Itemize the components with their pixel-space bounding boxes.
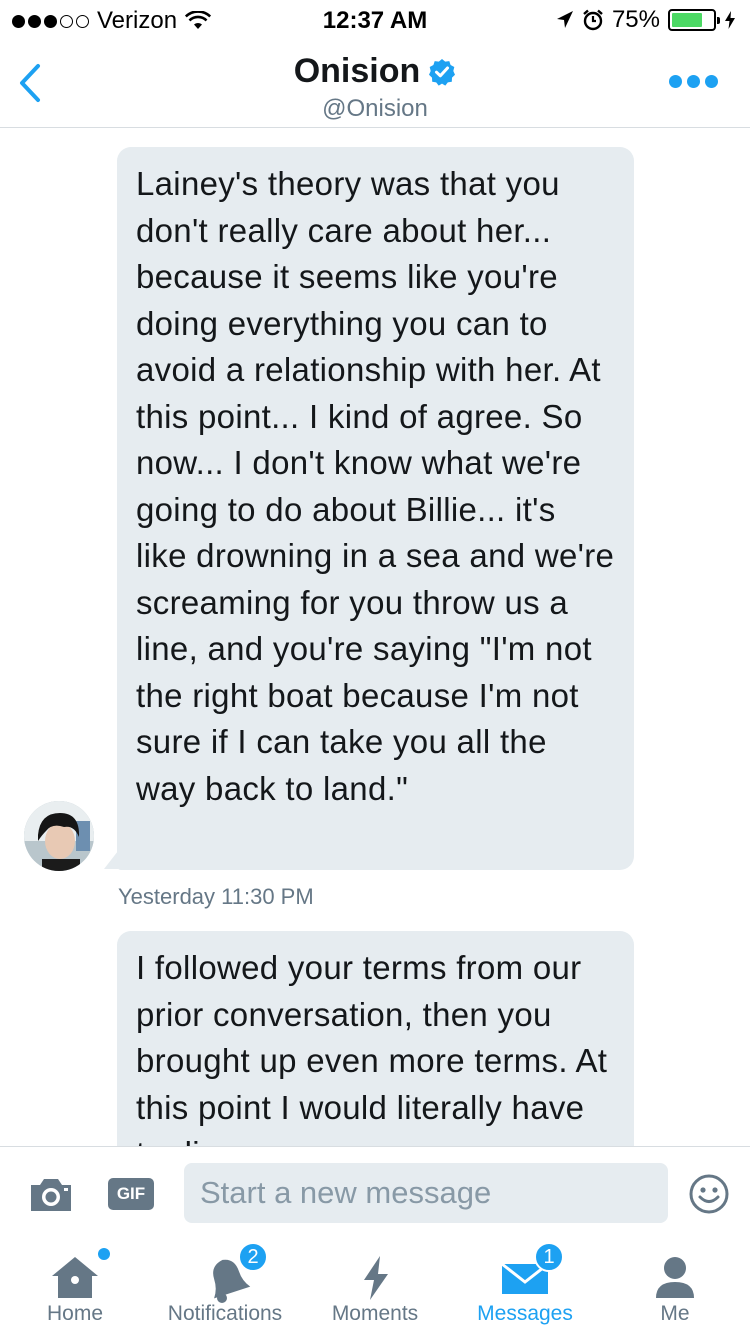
- home-new-dot: [98, 1248, 110, 1260]
- tab-label-home: Home: [46, 1302, 104, 1325]
- message-text: I followed your terms from our prior con…: [136, 949, 608, 1146]
- contact-name: Onision: [293, 52, 421, 90]
- bubble-tail: [104, 851, 118, 869]
- status-bar: Verizon 12:37 AM 75%: [0, 0, 750, 40]
- message-timestamp: Yesterday 11:30 PM: [118, 884, 314, 909]
- message-thread[interactable]: Lainey's theory was that you don't reall…: [0, 129, 750, 1146]
- tab-notifications[interactable]: 2 Notifications: [150, 1238, 300, 1334]
- message-composer: GIF: [0, 1146, 750, 1238]
- lightning-icon: [364, 1256, 388, 1300]
- tab-bar: Home 2 Notifications Moments 1 Messages …: [0, 1238, 750, 1334]
- tab-messages[interactable]: 1 Messages: [450, 1238, 600, 1334]
- contact-handle: @Onision: [322, 95, 428, 122]
- avatar[interactable]: [24, 801, 94, 871]
- conversation-header: Onision @Onision: [0, 40, 750, 128]
- alarm-clock-icon: [583, 9, 603, 31]
- person-icon: [656, 1257, 694, 1298]
- home-icon: [52, 1257, 98, 1298]
- gif-button[interactable]: GIF: [108, 1178, 154, 1210]
- messages-badge: 1: [534, 1242, 564, 1272]
- message-bubble[interactable]: Lainey's theory was that you don't reall…: [117, 147, 634, 870]
- camera-icon: [31, 1179, 71, 1211]
- emoji-button[interactable]: [688, 1173, 730, 1215]
- more-options-button[interactable]: [669, 75, 718, 88]
- tab-home[interactable]: Home: [0, 1238, 150, 1334]
- status-right: 75%: [556, 6, 736, 34]
- battery-percent: 75%: [611, 6, 660, 33]
- tab-label-notifications: Notifications: [167, 1302, 283, 1325]
- avatar-image: [24, 801, 94, 871]
- message-input[interactable]: [184, 1163, 668, 1223]
- tab-label-me: Me: [660, 1302, 690, 1325]
- location-arrow-icon: [556, 11, 573, 28]
- notifications-badge: 2: [238, 1242, 268, 1272]
- message-bubble[interactable]: I followed your terms from our prior con…: [117, 931, 634, 1146]
- verified-badge-icon: [429, 58, 456, 86]
- more-icon: [669, 75, 682, 88]
- header-title[interactable]: Onision @Onision: [0, 52, 750, 123]
- battery-icon: [668, 9, 720, 31]
- tab-moments[interactable]: Moments: [300, 1238, 450, 1334]
- tab-label-messages: Messages: [477, 1302, 573, 1325]
- tab-me[interactable]: Me: [600, 1238, 750, 1334]
- message-text: Lainey's theory was that you don't reall…: [136, 165, 615, 807]
- camera-button[interactable]: [28, 1177, 74, 1213]
- tab-label-moments: Moments: [331, 1302, 419, 1325]
- charging-bolt-icon: [725, 11, 735, 29]
- emoji-icon: [689, 1174, 729, 1214]
